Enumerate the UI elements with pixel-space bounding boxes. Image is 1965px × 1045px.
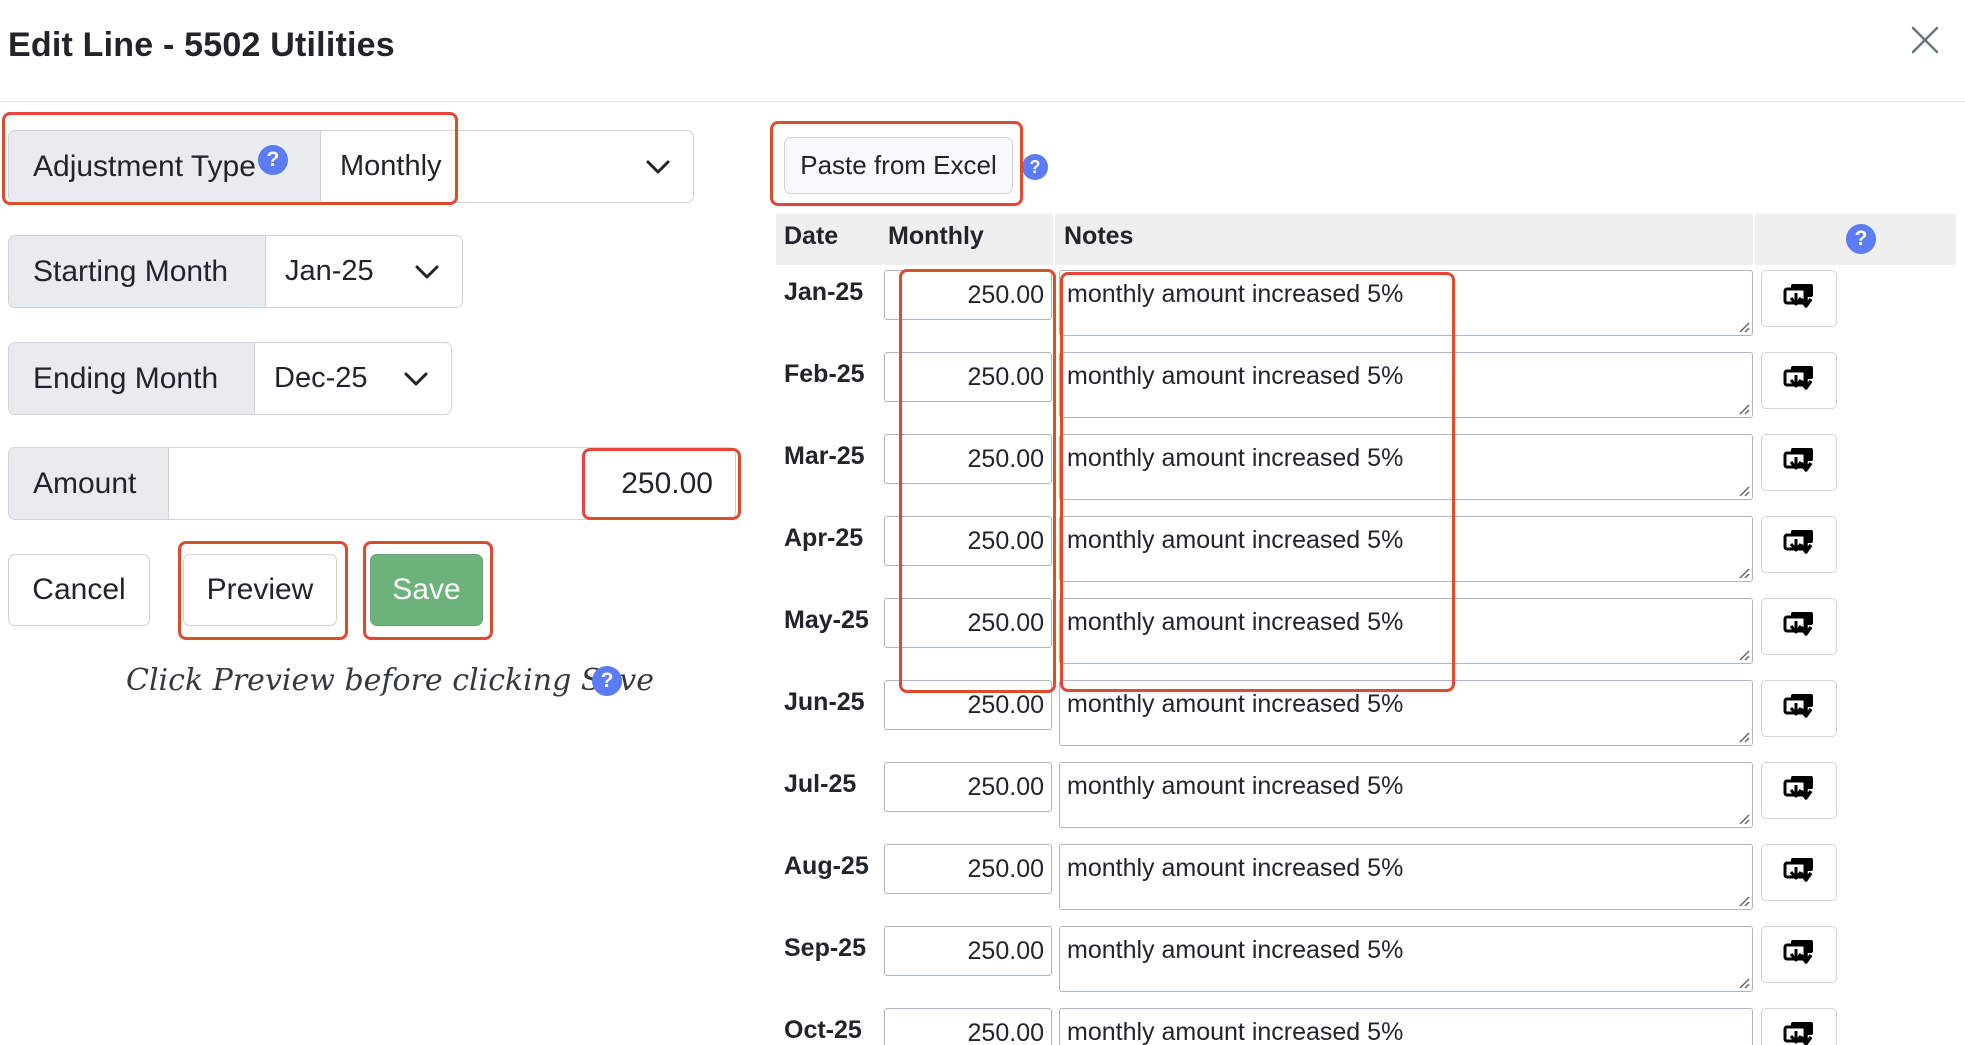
row-date: Aug-25 xyxy=(784,852,869,880)
preview-hint: Click Preview before clicking Save xyxy=(126,663,654,698)
starting-month-label: Starting Month xyxy=(9,236,266,307)
monthly-amount-input[interactable]: 250.00 xyxy=(884,844,1052,894)
copy-down-icon xyxy=(1782,939,1816,970)
copy-down-icon xyxy=(1782,693,1816,724)
starting-month-select[interactable]: Jan-25 xyxy=(266,236,462,307)
copy-down-button[interactable] xyxy=(1761,1008,1837,1045)
monthly-amount-input[interactable]: 250.00 xyxy=(884,270,1052,320)
row-date: Mar-25 xyxy=(784,442,865,470)
paste-from-excel-button[interactable]: Paste from Excel xyxy=(784,137,1013,194)
row-date: Oct-25 xyxy=(784,1016,862,1044)
notes-text: monthly amount increased 5% xyxy=(1067,936,1404,964)
row-date: Jan-25 xyxy=(784,278,864,306)
notes-text: monthly amount increased 5% xyxy=(1067,362,1404,390)
adjustment-type-group: Adjustment Type ? Monthly xyxy=(8,130,694,203)
header-divider xyxy=(1753,214,1755,265)
notes-textarea[interactable]: monthly amount increased 5% xyxy=(1059,598,1753,664)
modal-title: Edit Line - 5502 Utilities xyxy=(8,26,395,64)
notes-text: monthly amount increased 5% xyxy=(1067,280,1404,308)
row-date: Jun-25 xyxy=(784,688,865,716)
chevron-down-icon xyxy=(646,160,670,173)
copy-down-button[interactable] xyxy=(1761,680,1837,737)
copy-down-icon xyxy=(1782,1021,1816,1045)
monthly-amount-input[interactable]: 250.00 xyxy=(884,926,1052,976)
ending-month-group: Ending Month Dec-25 xyxy=(8,342,452,415)
notes-textarea[interactable]: monthly amount increased 5% xyxy=(1059,680,1753,746)
notes-textarea[interactable]: monthly amount increased 5% xyxy=(1059,434,1753,500)
monthly-amount-input[interactable]: 250.00 xyxy=(884,762,1052,812)
copy-down-button[interactable] xyxy=(1761,762,1837,819)
notes-text: monthly amount increased 5% xyxy=(1067,1018,1404,1045)
notes-text: monthly amount increased 5% xyxy=(1067,526,1404,554)
column-header-date: Date xyxy=(784,222,839,250)
cancel-button[interactable]: Cancel xyxy=(8,554,150,626)
header-divider xyxy=(1053,214,1055,265)
copy-down-icon xyxy=(1782,857,1816,888)
notes-text: monthly amount increased 5% xyxy=(1067,690,1404,718)
amount-group: Amount 250.00 xyxy=(8,447,736,520)
notes-text: monthly amount increased 5% xyxy=(1067,854,1404,882)
starting-month-group: Starting Month Jan-25 xyxy=(8,235,463,308)
copy-down-icon xyxy=(1782,447,1816,478)
monthly-amount-input[interactable]: 250.00 xyxy=(884,516,1052,566)
help-icon[interactable]: ? xyxy=(592,666,622,696)
row-date: Sep-25 xyxy=(784,934,866,962)
column-header-monthly: Monthly xyxy=(888,222,984,250)
row-date: Apr-25 xyxy=(784,524,864,552)
copy-down-icon xyxy=(1782,775,1816,806)
notes-textarea[interactable]: monthly amount increased 5% xyxy=(1059,844,1753,910)
column-header-notes: Notes xyxy=(1064,222,1134,250)
close-icon[interactable] xyxy=(1903,18,1947,62)
monthly-amount-input[interactable]: 250.00 xyxy=(884,680,1052,730)
copy-down-icon xyxy=(1782,283,1816,314)
amount-label: Amount xyxy=(9,448,169,519)
modal-header: Edit Line - 5502 Utilities xyxy=(0,0,1965,102)
help-icon[interactable]: ? xyxy=(1022,154,1048,180)
notes-textarea[interactable]: monthly amount increased 5% xyxy=(1059,516,1753,582)
notes-text: monthly amount increased 5% xyxy=(1067,444,1404,472)
copy-down-button[interactable] xyxy=(1761,844,1837,901)
notes-textarea[interactable]: monthly amount increased 5% xyxy=(1059,270,1753,336)
copy-down-button[interactable] xyxy=(1761,926,1837,983)
amount-input[interactable]: 250.00 xyxy=(169,448,735,519)
adjustment-type-label: Adjustment Type ? xyxy=(9,131,321,202)
help-icon[interactable]: ? xyxy=(257,144,288,175)
copy-down-button[interactable] xyxy=(1761,434,1837,491)
monthly-amount-input[interactable]: 250.00 xyxy=(884,352,1052,402)
notes-textarea[interactable]: monthly amount increased 5% xyxy=(1059,1008,1753,1045)
help-icon[interactable]: ? xyxy=(1846,224,1876,254)
chevron-down-icon xyxy=(415,265,439,278)
notes-textarea[interactable]: monthly amount increased 5% xyxy=(1059,926,1753,992)
copy-down-button[interactable] xyxy=(1761,352,1837,409)
copy-down-button[interactable] xyxy=(1761,270,1837,327)
notes-text: monthly amount increased 5% xyxy=(1067,772,1404,800)
notes-text: monthly amount increased 5% xyxy=(1067,608,1404,636)
notes-textarea[interactable]: monthly amount increased 5% xyxy=(1059,352,1753,418)
row-date: Jul-25 xyxy=(784,770,857,798)
chevron-down-icon xyxy=(404,372,428,385)
preview-button[interactable]: Preview xyxy=(183,554,337,626)
copy-down-button[interactable] xyxy=(1761,516,1837,573)
row-date: May-25 xyxy=(784,606,869,634)
ending-month-label: Ending Month xyxy=(9,343,255,414)
notes-textarea[interactable]: monthly amount increased 5% xyxy=(1059,762,1753,828)
monthly-amount-input[interactable]: 250.00 xyxy=(884,1008,1052,1045)
copy-down-icon xyxy=(1782,365,1816,396)
copy-down-button[interactable] xyxy=(1761,598,1837,655)
copy-down-icon xyxy=(1782,529,1816,560)
monthly-amount-input[interactable]: 250.00 xyxy=(884,434,1052,484)
monthly-amount-input[interactable]: 250.00 xyxy=(884,598,1052,648)
ending-month-select[interactable]: Dec-25 xyxy=(255,343,451,414)
save-button[interactable]: Save xyxy=(370,554,483,626)
row-date: Feb-25 xyxy=(784,360,865,388)
copy-down-icon xyxy=(1782,611,1816,642)
adjustment-type-select[interactable]: Monthly xyxy=(321,131,693,202)
